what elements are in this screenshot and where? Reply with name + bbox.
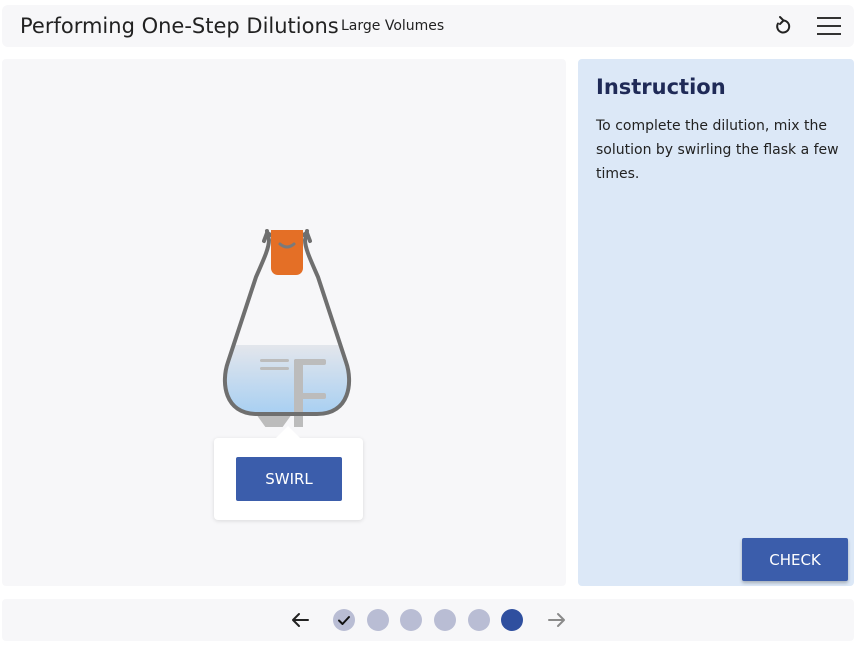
- stopper: [271, 230, 303, 275]
- header-bar: Performing One-Step Dilutions Large Volu…: [2, 5, 854, 47]
- step-dot-5[interactable]: [468, 609, 490, 631]
- hamburger-menu-icon: [817, 17, 841, 35]
- swirl-button[interactable]: SWIRL: [236, 457, 342, 501]
- step-dot-2[interactable]: [367, 609, 389, 631]
- next-step-button[interactable]: [547, 610, 567, 630]
- check-button[interactable]: CHECK: [742, 538, 848, 581]
- instruction-title: Instruction: [596, 75, 726, 99]
- reset-icon: [776, 16, 791, 34]
- action-card: SWIRL: [214, 426, 363, 520]
- checkmark-icon: [338, 616, 350, 625]
- arrow-right-icon: [548, 613, 565, 627]
- previous-step-button[interactable]: [290, 610, 310, 630]
- instruction-panel: Instruction To complete the dilution, mi…: [578, 59, 854, 586]
- flask-icon: [222, 229, 352, 427]
- step-dot-1[interactable]: [333, 609, 355, 631]
- step-navigation: [2, 599, 854, 641]
- step-dot-4[interactable]: [434, 609, 456, 631]
- reset-button[interactable]: [771, 14, 795, 38]
- page-title: Performing One-Step Dilutions: [20, 14, 339, 38]
- arrow-left-icon: [292, 613, 309, 627]
- simulation-panel: SWIRL: [2, 59, 566, 586]
- step-dot-6-current[interactable]: [501, 609, 523, 631]
- instruction-text: To complete the dilution, mix the soluti…: [596, 118, 839, 182]
- page-subtitle: Large Volumes: [341, 18, 445, 34]
- step-dot-3[interactable]: [400, 609, 422, 631]
- menu-button[interactable]: [816, 14, 842, 38]
